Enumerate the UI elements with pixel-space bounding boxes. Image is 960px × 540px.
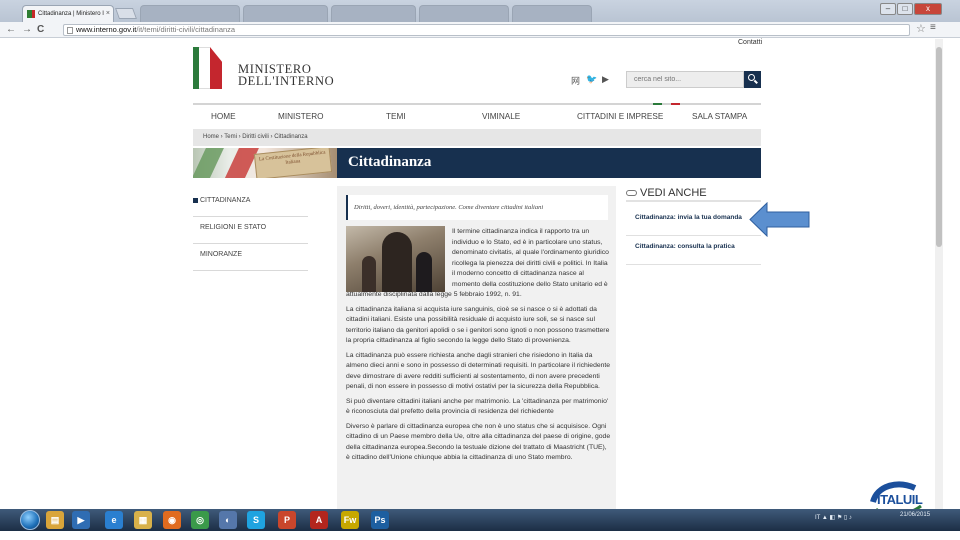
contatti-link[interactable]: Contatti (738, 39, 762, 46)
article-paragraph: La cittadinanza può essere richiesta anc… (346, 351, 611, 391)
bookmark-star-icon[interactable]: ☆ (916, 22, 926, 35)
browser-toolbar: ← → C www.interno.gov.it/it/temi/diritti… (0, 22, 960, 38)
window-close-button[interactable]: x (914, 3, 942, 15)
youtube-icon[interactable]: ▶ (602, 74, 609, 85)
media-player-taskbar-icon[interactable]: ▶ (72, 511, 90, 529)
page-icon (67, 27, 73, 34)
article-paragraph: La cittadinanza italiana si acquista iur… (346, 305, 610, 345)
sidebar-nav: CITTADINANZA RELIGIONI E STATO MINORANZE (193, 190, 308, 271)
tab-title: Cittadinanza | Ministero I (38, 11, 104, 17)
scrollbar-thumb[interactable] (936, 47, 942, 247)
browser-tab-background[interactable] (512, 5, 592, 22)
favicon-icon (27, 10, 35, 18)
clock-date: 21/06/2015 (900, 512, 931, 518)
browser-tab-background[interactable] (243, 5, 328, 22)
url-path: /it/temi/diritti-civili/cittadinanza (136, 25, 236, 34)
fireworks-taskbar-icon[interactable]: Fw (341, 511, 359, 529)
twitter-icon[interactable]: 🐦 (586, 74, 597, 85)
nav-accent-red (671, 103, 680, 105)
browser-menu-icon[interactable]: ≡ (930, 22, 936, 33)
search-button[interactable] (744, 71, 761, 88)
browser-tab-bar: Cittadinanza | Ministero I × – □ x (0, 0, 960, 22)
nav-item-temi[interactable]: TEMI (386, 112, 406, 121)
main-navigation: HOME MINISTERO TEMI VIMINALE CITTADINI E… (193, 112, 761, 124)
nav-item-viminale[interactable]: VIMINALE (482, 112, 520, 121)
vedi-anche-title: VEDI ANCHE (640, 187, 707, 199)
vedi-anche-link-invia-domanda[interactable]: Cittadinanza: invia la tua domanda (626, 208, 761, 236)
reload-icon[interactable]: C (37, 23, 44, 36)
banner-image: La Costituzione della Repubblica Italian… (193, 148, 337, 178)
banner-book-text: La Costituzione della Repubblica Italian… (253, 148, 333, 178)
powerpoint-taskbar-icon[interactable]: P (278, 511, 296, 529)
window-minimize-button[interactable]: – (880, 3, 896, 15)
sidebar-item-religioni-e-stato[interactable]: RELIGIONI E STATO (193, 217, 308, 244)
annotation-arrow-icon (749, 202, 810, 237)
link-icon (626, 190, 637, 197)
search-input[interactable] (626, 71, 744, 88)
tray-icons[interactable]: ▲ ◧ ⚑ ▯ ♪ (822, 515, 852, 521)
skype-taskbar-icon[interactable]: S (247, 511, 265, 529)
window-maximize-button[interactable]: □ (897, 3, 913, 15)
browser-tab-background[interactable] (140, 5, 240, 22)
rss-icon[interactable]: ⽹ (571, 74, 580, 87)
tray-language[interactable]: IT (815, 515, 820, 521)
windows-taskbar: ▤ ▶ e ▦ ◉ ◎ ◐ S P A Fw Ps IT ▲ ◧ ⚑ ▯ ♪ 21/06/2015 (0, 509, 960, 531)
article-photo (346, 226, 445, 292)
vedi-anche-heading: VEDI ANCHE (626, 186, 761, 202)
browser-tab-background[interactable] (419, 5, 509, 22)
breadcrumb[interactable]: Home › Temi › Diritti civili › Cittadina… (193, 129, 761, 146)
browser-tab-background[interactable] (331, 5, 416, 22)
nav-accent-green (653, 103, 662, 105)
vedi-anche-link-consulta-pratica[interactable]: Cittadinanza: consulta la pratica (626, 237, 761, 265)
start-button[interactable] (20, 510, 40, 530)
italuil-logo-text: ITALUIL (877, 492, 923, 507)
new-tab-button[interactable] (114, 8, 138, 19)
url-domain: www.interno.gov.it (76, 25, 137, 34)
site-search (626, 71, 761, 88)
address-bar[interactable]: www.interno.gov.it/it/temi/diritti-civil… (63, 24, 910, 36)
photoshop-taskbar-icon[interactable]: Ps (371, 511, 389, 529)
tab-close-icon[interactable]: × (106, 6, 110, 22)
system-tray[interactable]: IT ▲ ◧ ⚑ ▯ ♪ (815, 514, 852, 521)
logo-line-2: DELL'INTERNO (238, 74, 335, 88)
site-logo-text[interactable]: MINISTERO DELL'INTERNO (238, 63, 335, 88)
back-icon[interactable]: ← (6, 23, 16, 36)
acrobat-taskbar-icon[interactable]: A (310, 511, 328, 529)
nav-item-cittadini-e-imprese[interactable]: CITTADINI E IMPRESE (577, 112, 663, 121)
article-paragraph: Si può diventare cittadini italiani anch… (346, 397, 609, 416)
explorer-taskbar-icon[interactable]: ▤ (46, 511, 64, 529)
nav-item-sala-stampa[interactable]: SALA STAMPA (692, 112, 747, 121)
article-paragraph: Diverso è parlare di cittadinanza europe… (346, 422, 611, 462)
screen: Cittadinanza | Ministero I × – □ x ← → C… (0, 0, 960, 540)
article-intro: Diritti, doveri, identità, partecipazion… (346, 195, 608, 220)
folder-taskbar-icon[interactable]: ▦ (134, 511, 152, 529)
sidebar-item-minoranze[interactable]: MINORANZE (193, 244, 308, 271)
forward-icon[interactable]: → (22, 23, 32, 36)
ministero-logo-icon[interactable] (193, 47, 229, 89)
taskbar-clock[interactable]: 21/06/2015 (900, 512, 930, 519)
nav-item-home[interactable]: HOME (211, 112, 236, 121)
page-scrollbar[interactable] (935, 39, 943, 509)
sidebar-item-cittadinanza[interactable]: CITTADINANZA (193, 190, 308, 217)
chrome-taskbar-icon[interactable]: ◎ (191, 511, 209, 529)
page-title: Cittadinanza (337, 148, 761, 178)
browser-tab-active[interactable]: Cittadinanza | Ministero I × (22, 5, 114, 22)
article-content: Diritti, doveri, identità, partecipazion… (337, 186, 616, 511)
ie-taskbar-icon[interactable]: e (105, 511, 123, 529)
firefox-taskbar-icon[interactable]: ◉ (163, 511, 181, 529)
nav-item-ministero[interactable]: MINISTERO (278, 112, 324, 121)
app-taskbar-icon[interactable]: ◐ (219, 511, 237, 529)
